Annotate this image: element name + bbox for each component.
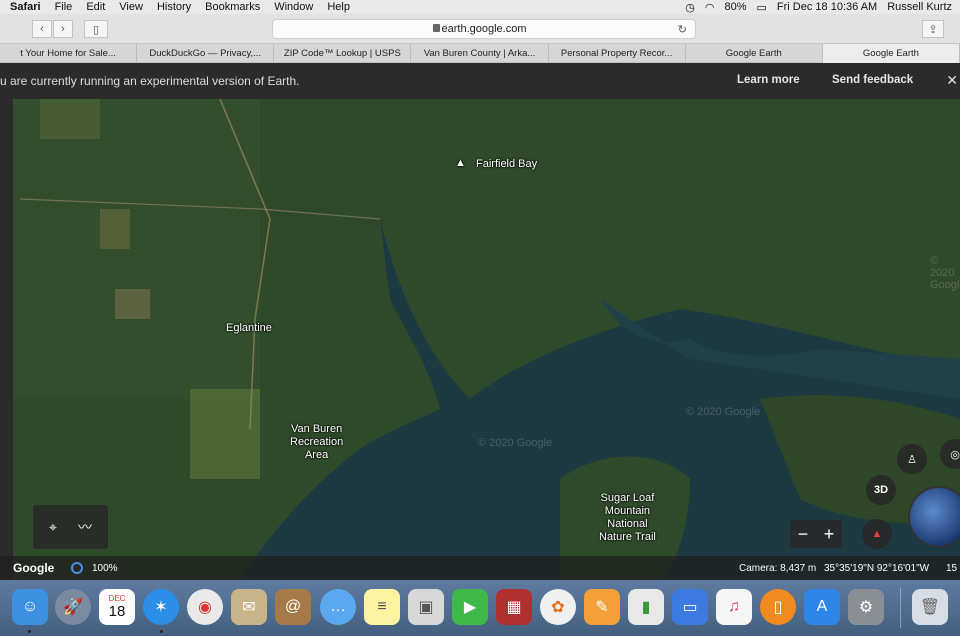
cursor-coordinates: 35°35'19"N 92°16'01"W [824,563,930,574]
label-eglantine[interactable]: Eglantine [226,322,272,335]
pegman-icon: ♙ [907,453,917,466]
tab-personal-property[interactable]: Personal Property Recor... [549,44,686,63]
label-fairfield-bay[interactable]: Fairfield Bay [476,158,537,171]
google-logo: Google [13,561,55,575]
safari-icon[interactable]: ✶ [143,589,179,625]
close-icon[interactable]: ✕ [946,72,958,89]
menu-edit[interactable]: Edit [86,0,105,14]
menu-view[interactable]: View [119,0,143,14]
address-bar[interactable]: earth.google.com ↻ [272,19,696,39]
send-feedback-link[interactable]: Send feedback [832,74,913,86]
label-sugar-loaf-mountain[interactable]: Sugar Loaf Mountain National Nature Trai… [599,492,656,544]
address-text: earth.google.com [441,23,527,35]
browser-toolbar: ‹ › ▯ earth.google.com ↻ ⇪ [0,14,960,44]
menu-file[interactable]: File [55,0,73,14]
numbers-icon[interactable]: ▮ [628,589,664,625]
sidebar-button[interactable]: ▯ [84,20,108,38]
tab-duckduckgo[interactable]: DuckDuckGo — Privacy,... [137,44,275,63]
back-button[interactable]: ‹ [32,20,52,38]
menu-help[interactable]: Help [327,0,350,14]
chrome-icon[interactable]: ◉ [187,589,223,625]
dock: ☺ 🚀 DEC 18 ✶ ◉ ✉ @ … ≡ ▣ ▶ ▦ ✿ ✎ ▮ ▭ ♫ ▯… [0,580,960,636]
running-indicator [28,630,31,633]
calendar-icon[interactable]: DEC 18 [99,589,135,625]
experimental-banner: u are currently running an experimental … [0,63,960,99]
photo-booth-icon[interactable]: ▦ [496,589,532,625]
menu-app-safari[interactable]: Safari [10,0,41,14]
pegman-button[interactable]: ♙ [897,444,927,474]
messages-icon[interactable]: … [320,589,356,625]
clock[interactable]: Fri Dec 18 10:36 AM [777,1,877,13]
menu-window[interactable]: Window [274,0,313,14]
copyright-watermark: © 2020 Google [686,406,761,418]
keynote-icon[interactable]: ▭ [672,589,708,625]
tab-usps[interactable]: ZIP Code™ Lookup | USPS [274,44,412,63]
poi-marker-icon[interactable]: ▲ [455,157,466,170]
satellite-imagery [0,99,960,580]
books-icon[interactable]: ▯ [760,589,796,625]
system-preferences-icon[interactable]: ⚙ [848,589,884,625]
chevron-right-icon: › [61,23,65,35]
menu-history[interactable]: History [157,0,191,14]
load-progress: 100% [92,563,118,574]
tab-van-buren[interactable]: Van Buren County | Arka... [411,44,549,63]
map-left-edge [0,99,13,580]
compass-button[interactable]: ▲ [862,519,892,549]
tab-google-earth-1[interactable]: Google Earth [686,44,823,63]
learn-more-link[interactable]: Learn more [737,74,800,86]
finder-icon[interactable]: ☺ [12,589,48,625]
calendar-day: 18 [108,603,126,620]
placemark-icon[interactable]: ⌖ [43,517,63,537]
earth-map-view[interactable]: ▲ Fairfield Bay Eglantine Van Buren Recr… [0,99,960,580]
reload-icon[interactable]: ↻ [678,23,687,36]
toggle-3d-button[interactable]: 3D [866,475,896,505]
map-status-bar: Google 100% Camera: 8,437 m 35°35'19"N 9… [0,556,960,580]
battery-icon[interactable]: ▭ [757,1,767,14]
launchpad-icon[interactable]: 🚀 [55,589,91,625]
copyright-watermark: © 2020 Google [478,437,553,449]
tab-home-for-sale[interactable]: t Your Home for Sale... [0,44,138,63]
chevron-left-icon: ‹ [40,23,44,35]
lock-icon [433,24,440,32]
tab-bar: t Your Home for Sale... DuckDuckGo — Pri… [0,44,960,63]
zoom-control: − + [790,520,842,548]
menu-bar: Safari File Edit View History Bookmarks … [0,0,960,14]
menu-extras: ◷ ◠ 80% ▭ Fri Dec 18 10:36 AM Russell Ku… [685,0,952,14]
battery-percent[interactable]: 80% [724,1,746,13]
share-icon: ⇪ [928,23,938,36]
user-name[interactable]: Russell Kurtz [887,1,952,13]
location-target-icon: ◎ [950,448,960,461]
mail-stamp-icon[interactable]: ✉ [231,589,267,625]
measure-path-icon[interactable]: 〰 [75,517,95,537]
elevation-readout: 15 [946,563,958,574]
calendar-month: DEC [108,594,126,603]
banner-message: u are currently running an experimental … [0,74,300,88]
label-van-buren-recreation-area[interactable]: Van Buren Recreation Area [290,423,343,462]
sidebar-icon: ▯ [92,23,100,36]
tab-google-earth-2[interactable]: Google Earth [822,44,960,63]
menu-bookmarks[interactable]: Bookmarks [205,0,260,14]
loading-ring-icon [71,562,83,574]
wifi-icon[interactable]: ◠ [705,1,715,14]
copyright-watermark: © 2020 Google [930,255,960,291]
app-store-icon[interactable]: A [804,589,840,625]
notes-icon[interactable]: ≡ [364,589,400,625]
forward-button[interactable]: › [53,20,73,38]
zoom-out-button[interactable]: − [798,524,809,545]
photos-icon[interactable]: ✿ [540,589,576,625]
dock-separator [900,588,901,628]
zoom-in-button[interactable]: + [824,524,835,545]
pages-icon[interactable]: ✎ [584,589,620,625]
music-icon[interactable]: ♫ [716,589,752,625]
map-tools-panel: ⌖ 〰 [33,505,108,549]
running-indicator [160,630,163,633]
share-button[interactable]: ⇪ [922,20,944,38]
trash-icon[interactable]: 🗑 [912,589,948,625]
time-machine-icon[interactable]: ◷ [685,1,695,14]
camera-altitude: Camera: 8,437 m [739,563,817,574]
contacts-icon[interactable]: @ [275,589,311,625]
preview-icon[interactable]: ▣ [408,589,444,625]
compass-icon: ▲ [871,528,883,540]
facetime-icon[interactable]: ▶ [452,589,488,625]
